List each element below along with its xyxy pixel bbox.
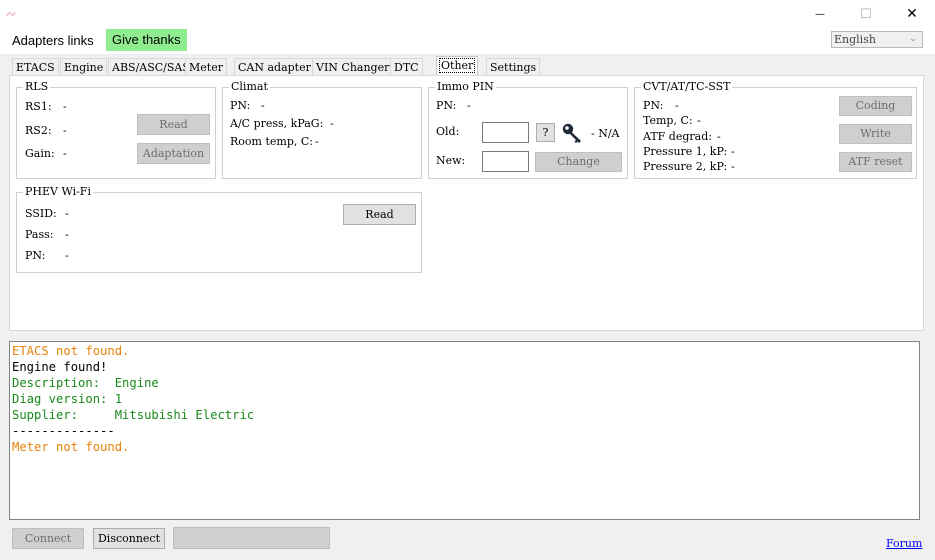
rs2-value: - (63, 124, 67, 137)
gain-label: Gain: (25, 147, 55, 160)
phev-group: PHEV Wi-Fi SSID: - Pass: - PN: - Read (16, 186, 422, 273)
minimize-button[interactable]: — (797, 0, 843, 28)
phev-read-button[interactable]: Read (343, 204, 416, 225)
ssid-label: SSID: (25, 207, 57, 220)
ac-press-label: A/C press, kPaG: (230, 117, 324, 130)
tab-label: VIN Changer (316, 61, 390, 74)
cvt-temp-label: Temp, C: (643, 114, 693, 127)
tab-meter[interactable]: Meter (185, 58, 227, 75)
tab-label: Meter (189, 61, 223, 74)
climat-title: Climat (229, 80, 270, 93)
room-temp-label: Room temp, C: (230, 135, 313, 148)
log-line: Diag version: 1 (12, 392, 123, 406)
pressure-1-label: Pressure 1, kP: (643, 145, 728, 158)
gain-value: - (63, 147, 67, 160)
cvt-pn-value: - (675, 99, 679, 112)
old-pin-input[interactable] (482, 122, 529, 143)
change-pin-button[interactable]: Change (535, 152, 622, 172)
language-select[interactable]: English ⌄ (831, 31, 923, 48)
coding-button[interactable]: Coding (839, 96, 912, 116)
write-button[interactable]: Write (839, 124, 912, 144)
minimize-icon: — (815, 8, 825, 20)
tab-label: Settings (490, 61, 537, 74)
log-line: Meter not found. (12, 440, 130, 454)
atf-reset-button[interactable]: ATF reset (839, 152, 912, 172)
old-pin-label: Old: (436, 125, 460, 138)
rls-title: RLS (23, 80, 51, 93)
rls-read-button[interactable]: Read (137, 114, 210, 135)
tab-abs-asc-sas[interactable]: ABS/ASC/SAS (108, 58, 194, 75)
new-pin-label: New: (436, 154, 466, 167)
connect-button[interactable]: Connect (12, 528, 84, 549)
pressure-2-label: Pressure 2, kP: (643, 160, 728, 173)
title-bar (0, 0, 935, 28)
cvt-pn-label: PN: (643, 99, 664, 112)
log-output[interactable]: ETACS not found. Engine found! Descripti… (9, 341, 920, 520)
room-temp-value: - (315, 135, 319, 148)
climat-pn-label: PN: (230, 99, 251, 112)
ssid-value: - (65, 207, 69, 220)
atf-degrad-label: ATF degrad: (643, 130, 712, 143)
rls-group: RLS RS1: - RS2: - Gain: - Read Adaptatio… (16, 81, 216, 179)
maximize-icon: ☐ (860, 6, 872, 22)
pressure-1-value: - (731, 145, 735, 158)
log-line: Engine found! (12, 360, 108, 374)
rls-adaptation-button[interactable]: Adaptation (137, 143, 210, 164)
immo-pn-value: - (467, 99, 471, 112)
cvt-title: CVT/AT/TC-SST (641, 80, 733, 93)
close-icon: ✕ (906, 6, 918, 22)
immo-pn-label: PN: (436, 99, 457, 112)
tab-other[interactable]: Other (436, 56, 479, 76)
log-line: -------------- (12, 424, 115, 438)
phev-title: PHEV Wi-Fi (23, 185, 93, 198)
tab-label: DTC (394, 61, 419, 74)
rs1-value: - (63, 100, 67, 113)
menu-give-thanks[interactable]: Give thanks (106, 29, 187, 51)
language-value: English (834, 33, 876, 46)
key-icon (562, 123, 581, 143)
pass-value: - (65, 228, 69, 241)
log-line: Description: Engine (12, 376, 159, 390)
menu-adapters-links[interactable]: Adapters links (6, 30, 100, 51)
cvt-group: CVT/AT/TC-SST PN: - Temp, C: - ATF degra… (634, 81, 917, 179)
tab-etacs[interactable]: ETACS (12, 58, 59, 75)
immo-group: Immo PIN PN: - Old: ? - N/A New: Change (428, 81, 628, 179)
tab-label: ETACS (16, 61, 55, 74)
immo-title: Immo PIN (435, 80, 496, 93)
tab-vin-changer[interactable]: VIN Changer (312, 58, 394, 75)
climat-pn-value: - (261, 99, 265, 112)
tab-label: Other (438, 58, 476, 73)
immo-status-value: - N/A (591, 127, 620, 140)
new-pin-input[interactable] (482, 151, 529, 172)
app-icon (6, 11, 16, 17)
disconnect-button[interactable]: Disconnect (93, 528, 165, 549)
log-line: ETACS not found. (12, 344, 130, 358)
tab-settings[interactable]: Settings (486, 58, 541, 75)
close-button[interactable]: ✕ (889, 0, 935, 28)
cvt-temp-value: - (697, 114, 701, 127)
status-field (173, 527, 330, 549)
phev-pn-label: PN: (25, 249, 46, 262)
tab-label: ABS/ASC/SAS (112, 61, 190, 74)
forum-link[interactable]: Forum (886, 537, 922, 550)
ac-press-value: - (330, 117, 334, 130)
maximize-button[interactable]: ☐ (843, 0, 889, 28)
pass-label: Pass: (25, 228, 54, 241)
atf-degrad-value: - (717, 130, 721, 143)
immo-help-button[interactable]: ? (536, 123, 555, 142)
rs2-label: RS2: (25, 124, 52, 137)
tab-dtc[interactable]: DTC (390, 58, 423, 75)
pressure-2-value: - (731, 160, 735, 173)
log-line: Supplier: Mitsubishi Electric (12, 408, 255, 422)
tab-label: CAN adapter (238, 61, 311, 74)
phev-pn-value: - (65, 249, 69, 262)
rs1-label: RS1: (25, 100, 52, 113)
tab-label: Engine (64, 61, 104, 74)
chevron-down-icon: ⌄ (909, 34, 917, 44)
climat-group: Climat PN: - A/C press, kPaG: - Room tem… (222, 81, 422, 179)
tab-can-adapter[interactable]: CAN adapter (234, 58, 315, 75)
tab-engine[interactable]: Engine (60, 58, 108, 75)
